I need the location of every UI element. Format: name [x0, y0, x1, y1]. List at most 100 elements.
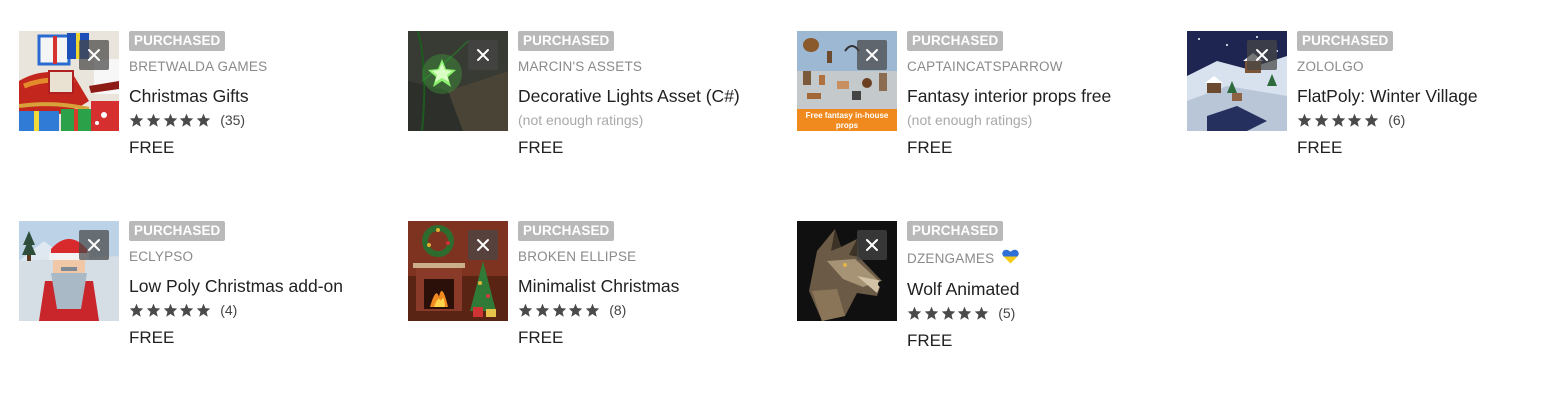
publisher-label[interactable]: ECLYPSO	[129, 249, 193, 265]
rating: (8)	[518, 302, 788, 318]
rating: (5)	[907, 305, 1177, 321]
publisher-name[interactable]: ECLYPSO	[129, 249, 399, 265]
remove-button[interactable]	[1247, 40, 1277, 70]
publisher-label[interactable]: ZOLOLGO	[1297, 59, 1364, 75]
asset-title[interactable]: Minimalist Christmas	[518, 276, 788, 296]
asset-title[interactable]: Low Poly Christmas add-on	[129, 276, 399, 296]
rating-count: (5)	[998, 305, 1016, 321]
asset-card: Free fantasy in-house props PURCHASED CA…	[797, 31, 1177, 157]
rating: (not enough ratings)	[518, 112, 788, 128]
star-rating	[907, 306, 989, 320]
asset-thumbnail[interactable]: Free fantasy in-house props	[797, 31, 897, 131]
no-ratings-text: (not enough ratings)	[907, 112, 1033, 128]
close-icon	[88, 49, 100, 61]
asset-thumbnail[interactable]	[19, 31, 119, 131]
asset-title[interactable]: Fantasy interior props free	[907, 86, 1177, 106]
star-icon	[146, 113, 160, 127]
price: FREE	[518, 328, 564, 347]
rating: (not enough ratings)	[907, 112, 1177, 128]
remove-button[interactable]	[79, 230, 109, 260]
asset-thumbnail[interactable]	[408, 221, 508, 321]
remove-button[interactable]	[468, 40, 498, 70]
star-icon	[1314, 113, 1328, 127]
star-icon	[163, 303, 177, 317]
star-icon	[585, 303, 600, 317]
publisher-name[interactable]: BROKEN ELLIPSE	[518, 249, 788, 265]
no-ratings-text: (not enough ratings)	[518, 112, 644, 128]
publisher-name[interactable]: DZENGAMES	[907, 249, 1177, 268]
remove-button[interactable]	[468, 230, 498, 260]
asset-card: PURCHASED BROKEN ELLIPSE Minimalist Chri…	[408, 221, 788, 347]
publisher-label[interactable]: CAPTAINCATSPARROW	[907, 59, 1063, 75]
asset-title[interactable]: Christmas Gifts	[129, 86, 399, 106]
rating: (35)	[129, 112, 399, 128]
star-icon	[1297, 113, 1312, 127]
rating-count: (8)	[609, 302, 627, 318]
star-rating	[129, 113, 211, 127]
star-icon	[535, 303, 549, 317]
star-icon	[1348, 113, 1362, 127]
asset-card: PURCHASED DZENGAMES Wolf Animated (5) FR…	[797, 221, 1177, 350]
asset-card: PURCHASED ZOLOLGO FlatPoly: Winter Villa…	[1187, 31, 1558, 157]
close-icon	[477, 49, 489, 61]
ukraine-heart-icon	[1002, 249, 1020, 268]
publisher-label[interactable]: BROKEN ELLIPSE	[518, 249, 636, 265]
publisher-name[interactable]: MARCIN'S ASSETS	[518, 59, 788, 75]
purchased-badge: PURCHASED	[518, 31, 615, 51]
purchased-badge: PURCHASED	[1297, 31, 1394, 51]
asset-thumbnail[interactable]	[1187, 31, 1287, 131]
publisher-label[interactable]: BRETWALDA GAMES	[129, 59, 267, 75]
remove-button[interactable]	[857, 40, 887, 70]
star-icon	[518, 303, 533, 317]
asset-card: PURCHASED MARCIN'S ASSETS Decorative Lig…	[408, 31, 788, 157]
purchased-badge: PURCHASED	[518, 221, 615, 241]
star-icon	[129, 113, 144, 127]
star-icon	[180, 303, 194, 317]
star-icon	[1364, 113, 1379, 127]
price: FREE	[129, 138, 175, 157]
price: FREE	[1297, 138, 1343, 157]
close-icon	[477, 239, 489, 251]
price: FREE	[129, 328, 175, 347]
star-rating	[518, 303, 600, 317]
asset-thumbnail[interactable]	[19, 221, 119, 321]
star-rating	[129, 303, 211, 317]
publisher-name[interactable]: ZOLOLGO	[1297, 59, 1558, 75]
purchased-badge: PURCHASED	[907, 221, 1004, 241]
asset-thumbnail[interactable]	[408, 31, 508, 131]
purchased-badge: PURCHASED	[129, 31, 226, 51]
publisher-name[interactable]: BRETWALDA GAMES	[129, 59, 399, 75]
thumb-caption-line: props	[836, 121, 859, 130]
remove-button[interactable]	[857, 230, 887, 260]
close-icon	[866, 49, 878, 61]
star-icon	[1331, 113, 1345, 127]
star-icon	[974, 306, 989, 320]
asset-card: PURCHASED ECLYPSO Low Poly Christmas add…	[19, 221, 399, 347]
star-icon	[907, 306, 922, 320]
close-icon	[866, 239, 878, 251]
publisher-label[interactable]: MARCIN'S ASSETS	[518, 59, 642, 75]
asset-title[interactable]: Wolf Animated	[907, 279, 1177, 299]
rating: (4)	[129, 302, 399, 318]
star-icon	[924, 306, 938, 320]
star-rating	[1297, 113, 1379, 127]
publisher-label[interactable]: DZENGAMES	[907, 251, 994, 267]
star-icon	[129, 303, 144, 317]
close-icon	[88, 239, 100, 251]
rating-count: (6)	[1388, 112, 1406, 128]
star-icon	[196, 113, 211, 127]
star-icon	[958, 306, 972, 320]
asset-title[interactable]: Decorative Lights Asset (C#)	[518, 86, 788, 106]
purchased-badge: PURCHASED	[129, 221, 226, 241]
close-icon	[1256, 49, 1268, 61]
publisher-name[interactable]: CAPTAINCATSPARROW	[907, 59, 1177, 75]
star-icon	[146, 303, 160, 317]
star-icon	[163, 113, 177, 127]
remove-button[interactable]	[79, 40, 109, 70]
star-icon	[941, 306, 955, 320]
star-icon	[196, 303, 211, 317]
rating: (6)	[1297, 112, 1558, 128]
asset-title[interactable]: FlatPoly: Winter Village	[1297, 86, 1558, 106]
asset-thumbnail[interactable]	[797, 221, 897, 321]
asset-card: PURCHASED BRETWALDA GAMES Christmas Gift…	[19, 31, 399, 157]
